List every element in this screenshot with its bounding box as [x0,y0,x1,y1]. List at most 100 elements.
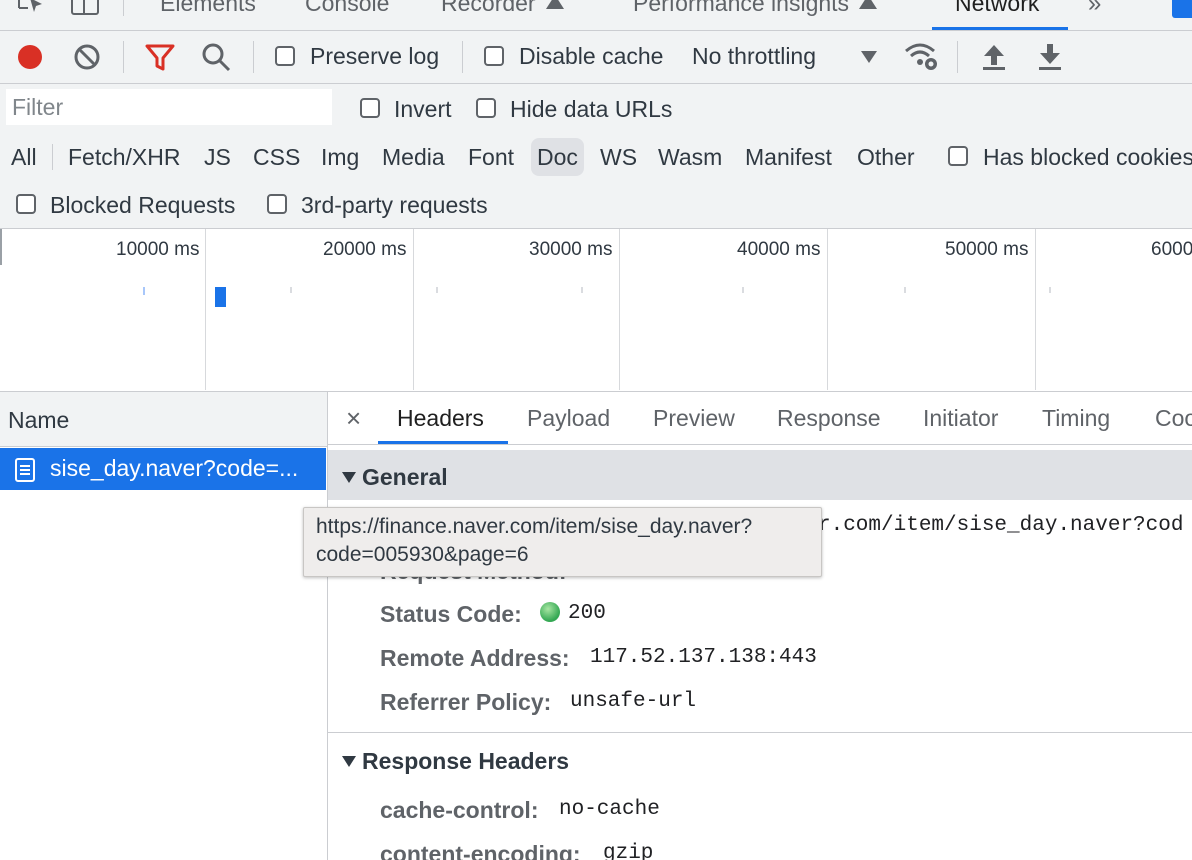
tab-initiator[interactable]: Initiator [923,405,998,432]
invert-checkbox[interactable] [360,98,380,118]
blocked-requests-label: Blocked Requests [50,192,236,218]
invert-label: Invert [394,96,452,122]
close-icon[interactable]: × [346,403,361,434]
type-filter-media[interactable]: Media [376,138,451,176]
filter-row: Invert Hide data URLs [0,84,1192,132]
clear-icon[interactable] [72,42,102,72]
type-separator [52,144,53,170]
type-filter-other[interactable]: Other [851,138,921,176]
overview-gridline [827,229,828,390]
type-filter-img[interactable]: Img [315,138,365,176]
type-filter-js[interactable]: JS [198,138,237,176]
remote-address-value: 117.52.137.138:443 [590,646,817,669]
has-blocked-cookies-checkbox[interactable] [948,146,968,166]
general-section-title: General [362,464,448,490]
overview-gridline [205,229,206,390]
tab-headers[interactable]: Headers [397,405,484,432]
general-section-header[interactable]: General [328,450,1192,500]
preserve-log-label: Preserve log [310,43,440,69]
network-overview-timeline[interactable]: 10000 ms 20000 ms 30000 ms 40000 ms 5000… [0,229,1192,392]
toolbar-separator [462,41,463,73]
record-icon[interactable] [15,42,45,72]
network-toolbar: Preserve log Disable cache No throttling [0,31,1192,84]
request-list: Name sise_day.naver?code=... [0,392,328,860]
toolbar-separator [123,41,124,73]
triangle-down-icon [342,472,356,483]
tab-payload[interactable]: Payload [527,405,610,432]
tab-performance-insights[interactable]: Performance insights [633,0,878,17]
extra-filter-row: Blocked Requests 3rd-party requests [0,180,1192,229]
overview-gridline [619,229,620,390]
cache-control-value: no-cache [559,798,660,821]
more-tabs-chevron-icon[interactable]: » [1088,0,1101,18]
experimental-flask-icon [859,0,878,9]
third-party-requests-checkbox[interactable] [267,194,287,214]
overview-request-mark [215,287,226,307]
third-party-requests-label: 3rd-party requests [301,192,488,218]
overview-request-mark [290,287,292,293]
tab-response[interactable]: Response [777,405,881,432]
type-filter-doc[interactable]: Doc [531,138,584,176]
type-filter-wasm[interactable]: Wasm [652,138,728,176]
request-name: sise_day.naver?code=... [50,455,299,481]
preserve-log-checkbox[interactable] [275,46,295,66]
devtools-tab-strip: Elements Console Recorder Performance in… [0,0,1192,31]
overview-start-handle[interactable] [0,229,2,265]
filter-input[interactable] [6,89,332,125]
name-column-header[interactable]: Name [0,392,327,447]
search-icon[interactable] [200,41,232,73]
resource-type-filter-bar: All Fetch/XHR JS CSS Img Media Font Doc … [0,132,1192,180]
tab-elements[interactable]: Elements [160,0,256,17]
type-filter-ws[interactable]: WS [594,138,643,176]
issues-badge[interactable] [1172,0,1192,18]
request-url-value: r.com/item/sise_day.naver?cod [818,514,1184,537]
name-column-label: Name [8,407,70,433]
status-code-value: 200 [568,602,606,625]
import-har-icon[interactable] [980,42,1008,72]
active-tab-indicator [932,27,1068,30]
type-filter-all[interactable]: All [5,138,43,176]
active-detail-tab-indicator [378,441,508,444]
type-filter-font[interactable]: Font [462,138,520,176]
device-toolbar-icon[interactable] [70,0,100,18]
type-filter-fetch-xhr[interactable]: Fetch/XHR [62,138,186,176]
overview-gridline [1035,229,1036,390]
export-har-icon[interactable] [1036,42,1064,72]
type-filter-manifest[interactable]: Manifest [739,138,838,176]
overview-tick-label: 30000 ms [529,239,613,260]
remote-address-key: Remote Address: [380,645,570,671]
toolbar-separator [253,41,254,73]
response-headers-section-header[interactable]: Response Headers [328,736,1192,786]
tab-console[interactable]: Console [305,0,389,17]
throttling-select[interactable]: No throttling [692,43,816,70]
tooltip-line-1: https://finance.naver.com/item/sise_day.… [316,515,753,538]
tab-preview[interactable]: Preview [653,405,735,432]
cache-control-key: cache-control: [380,797,539,823]
overview-tick-label: 50000 ms [945,239,1029,260]
type-filter-css[interactable]: CSS [247,138,306,176]
tab-cookies[interactable]: Coo [1155,405,1192,432]
disable-cache-label: Disable cache [519,43,664,69]
status-ok-icon [540,602,560,622]
url-tooltip: https://finance.naver.com/item/sise_day.… [303,507,822,577]
disable-cache-checkbox[interactable] [484,46,504,66]
network-conditions-icon[interactable] [904,41,940,73]
overview-gridline [413,229,414,390]
inspect-element-icon[interactable] [16,0,46,18]
blocked-requests-checkbox[interactable] [16,194,36,214]
tab-network[interactable]: Network [955,0,1039,17]
tab-performance-insights-label: Performance insights [633,0,850,16]
overview-tick-label: 40000 ms [737,239,821,260]
chevron-down-icon[interactable] [860,50,878,64]
tab-recorder-label: Recorder [441,0,536,16]
tab-recorder[interactable]: Recorder [441,0,564,17]
overview-request-mark [581,287,583,293]
overview-request-mark [143,287,145,295]
hide-data-urls-checkbox[interactable] [476,98,496,118]
tab-timing[interactable]: Timing [1042,405,1110,432]
request-row-selected[interactable]: sise_day.naver?code=... [0,448,326,490]
filter-icon[interactable] [144,42,176,72]
triangle-down-icon [342,756,356,767]
status-code-key: Status Code: [380,601,522,627]
has-blocked-cookies-label: Has blocked cookies [983,144,1192,170]
